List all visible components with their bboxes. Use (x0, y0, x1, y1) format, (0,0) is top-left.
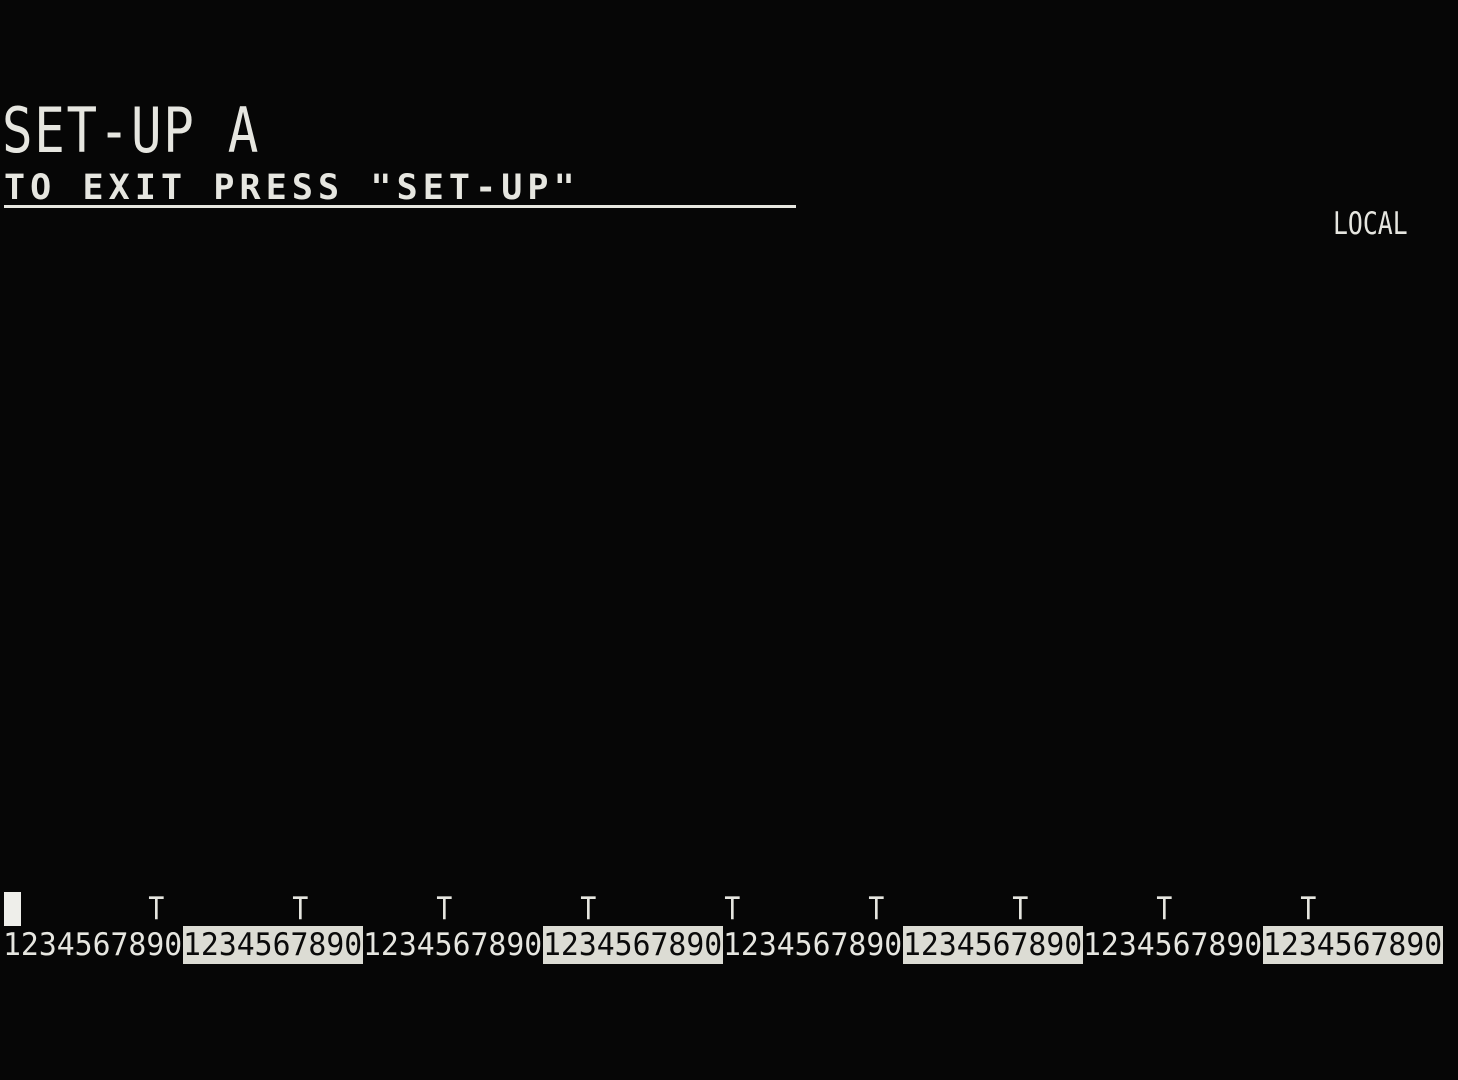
tab-stop-marker[interactable]: T (292, 892, 308, 926)
ruler-group: 1234567890 (723, 926, 903, 964)
tab-stop-marker[interactable]: T (1012, 892, 1028, 926)
tab-stop-marker[interactable]: T (724, 892, 740, 926)
ruler-digits: 1234567890 (1263, 927, 1443, 963)
ruler-group: 1234567890 (1083, 926, 1263, 964)
ruler-digits: 1234567890 (543, 927, 723, 963)
cursor[interactable] (4, 892, 21, 926)
ruler-group: 1234567890 (903, 926, 1083, 964)
online-status-indicator: LOCAL (1333, 206, 1408, 242)
tab-stop-marker[interactable]: T (436, 892, 452, 926)
ruler-digits: 1234567890 (1083, 927, 1263, 963)
exit-instruction-underline (4, 205, 796, 208)
tab-stop-row[interactable]: TTTTTTTTT (0, 892, 1458, 926)
ruler-digits: 1234567890 (723, 927, 903, 963)
tab-stop-marker[interactable]: T (1156, 892, 1172, 926)
ruler-digits: 1234567890 (183, 927, 363, 963)
column-ruler: 1234567890 1234567890 1234567890 1234567890… (3, 926, 1443, 964)
ruler-digits: 1234567890 (3, 927, 183, 963)
ruler-group: 1234567890 (1263, 926, 1443, 964)
tab-stop-marker[interactable]: T (148, 892, 164, 926)
ruler-group: 1234567890 (363, 926, 543, 964)
tab-stop-marker[interactable]: T (868, 892, 884, 926)
tab-stop-marker[interactable]: T (1300, 892, 1316, 926)
ruler-digits: 1234567890 (363, 927, 543, 963)
page-title: SET-UP A (2, 94, 260, 167)
tab-stop-marker[interactable]: T (580, 892, 596, 926)
ruler-group: 1234567890 (183, 926, 363, 964)
exit-instruction: TO EXIT PRESS "SET-UP" (4, 168, 580, 208)
ruler-group: 1234567890 (3, 926, 183, 964)
ruler-group: 1234567890 (543, 926, 723, 964)
ruler-digits: 1234567890 (903, 927, 1083, 963)
terminal-screen: SET-UP A TO EXIT PRESS "SET-UP" LOCAL T T… (0, 0, 1458, 1080)
